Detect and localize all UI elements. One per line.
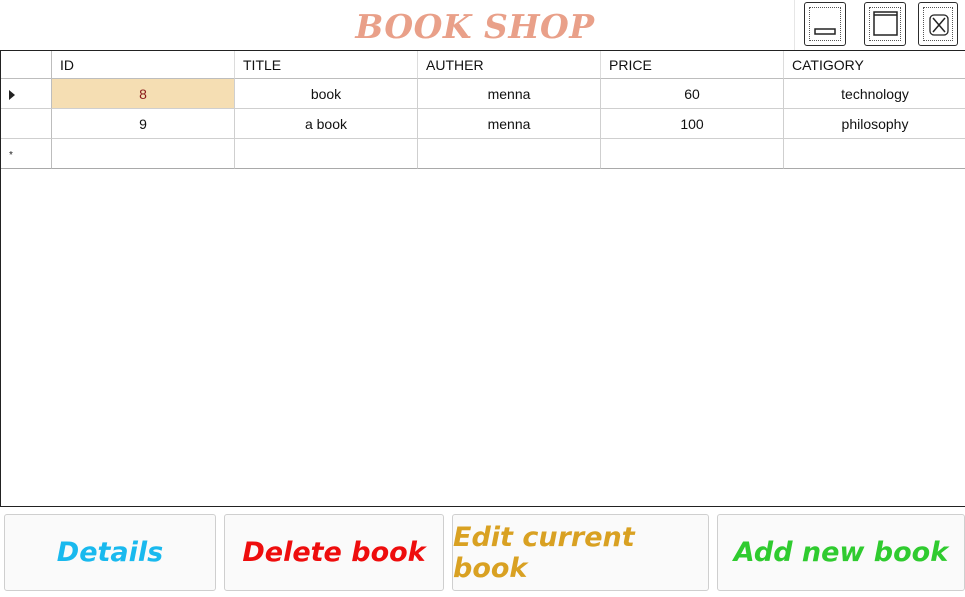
new-row[interactable]: * (1, 139, 965, 169)
details-button[interactable]: Details (4, 514, 216, 591)
cell-auther[interactable] (418, 139, 601, 169)
cell-title[interactable] (235, 139, 418, 169)
maximize-icon (873, 11, 898, 36)
cell-id[interactable]: 8 (52, 79, 235, 109)
cell-price[interactable] (601, 139, 784, 169)
cell-auther[interactable]: menna (418, 79, 601, 109)
close-icon (929, 14, 949, 36)
column-header-title[interactable]: TITLE (235, 51, 418, 79)
cell-price[interactable]: 100 (601, 109, 784, 139)
cell-catigory[interactable]: technology (784, 79, 965, 109)
details-button-label: Details (56, 537, 164, 568)
delete-book-button-label: Delete book (242, 537, 426, 568)
column-header-catigory[interactable]: CATIGORY (784, 51, 965, 79)
book-shop-window: BOOK SHOP ID TITLE AUTHER PRICE CATIGORY… (0, 0, 965, 597)
cell-catigory[interactable]: philosophy (784, 109, 965, 139)
books-data-grid[interactable]: ID TITLE AUTHER PRICE CATIGORY 8 book me… (0, 50, 965, 507)
add-new-book-button-label: Add new book (733, 537, 949, 568)
delete-book-button[interactable]: Delete book (224, 514, 444, 591)
new-row-star-icon: * (9, 149, 13, 161)
cell-price[interactable]: 60 (601, 79, 784, 109)
table-row[interactable]: 9 a book menna 100 philosophy (1, 109, 965, 139)
edit-current-book-button[interactable]: Edit current book (452, 514, 709, 591)
grid-header-row: ID TITLE AUTHER PRICE CATIGORY (1, 51, 965, 79)
edit-current-book-button-label: Edit current book (453, 521, 635, 584)
minimize-icon (814, 28, 836, 35)
cell-title[interactable]: a book (235, 109, 418, 139)
minimize-button[interactable] (804, 2, 846, 46)
column-header-price[interactable]: PRICE (601, 51, 784, 79)
add-new-book-button[interactable]: Add new book (717, 514, 965, 591)
row-header[interactable]: * (1, 139, 52, 169)
column-header-id[interactable]: ID (52, 51, 235, 79)
title-bar: BOOK SHOP (0, 0, 965, 50)
cell-title[interactable]: book (235, 79, 418, 109)
cell-catigory[interactable] (784, 139, 965, 169)
title-separator (794, 0, 795, 50)
row-header[interactable] (1, 109, 52, 139)
row-header-corner[interactable] (1, 51, 52, 79)
row-header[interactable] (1, 79, 52, 109)
cell-auther[interactable]: menna (418, 109, 601, 139)
cell-id[interactable] (52, 139, 235, 169)
table-row[interactable]: 8 book menna 60 technology (1, 79, 965, 109)
close-button[interactable] (918, 2, 958, 46)
maximize-button[interactable] (864, 2, 906, 46)
column-header-auther[interactable]: AUTHER (418, 51, 601, 79)
row-pointer-icon (9, 89, 15, 100)
cell-id[interactable]: 9 (52, 109, 235, 139)
action-bar: Details Delete book Edit current book Ad… (0, 507, 965, 597)
